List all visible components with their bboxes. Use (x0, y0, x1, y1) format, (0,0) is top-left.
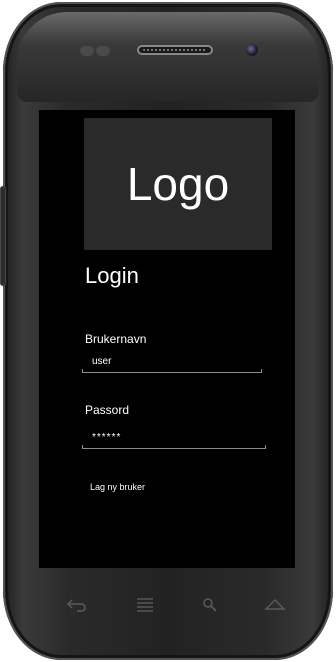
system-nav-bar (39, 578, 295, 628)
password-label: Passord (85, 403, 130, 417)
light-sensor (96, 46, 110, 56)
username-input-left-edge (82, 369, 83, 373)
password-input-left-edge (82, 445, 83, 449)
home-button[interactable] (262, 592, 288, 618)
front-camera (246, 44, 258, 56)
phone-top-bezel (17, 12, 319, 102)
volume-key (0, 186, 6, 286)
search-icon (203, 598, 217, 612)
back-button[interactable] (63, 592, 89, 618)
proximity-sensor (80, 46, 94, 56)
username-input[interactable] (82, 351, 262, 373)
menu-button[interactable] (132, 592, 158, 618)
home-icon (264, 598, 286, 610)
password-input-right-edge (265, 445, 266, 449)
earpiece-speaker (137, 45, 213, 55)
login-title: Login (85, 263, 139, 288)
logo-placeholder: Logo (84, 118, 272, 250)
create-user-link[interactable]: Lag ny bruker (90, 482, 145, 492)
logo-text: Logo (126, 158, 230, 210)
menu-icon (137, 598, 153, 612)
back-icon (66, 599, 86, 612)
password-input[interactable] (82, 427, 266, 449)
username-label: Brukernavn (85, 332, 147, 346)
app-screen: Logo Login Brukernavn Passord Lag ny bru… (39, 110, 295, 568)
search-button[interactable] (197, 592, 223, 618)
username-input-right-edge (261, 369, 262, 373)
